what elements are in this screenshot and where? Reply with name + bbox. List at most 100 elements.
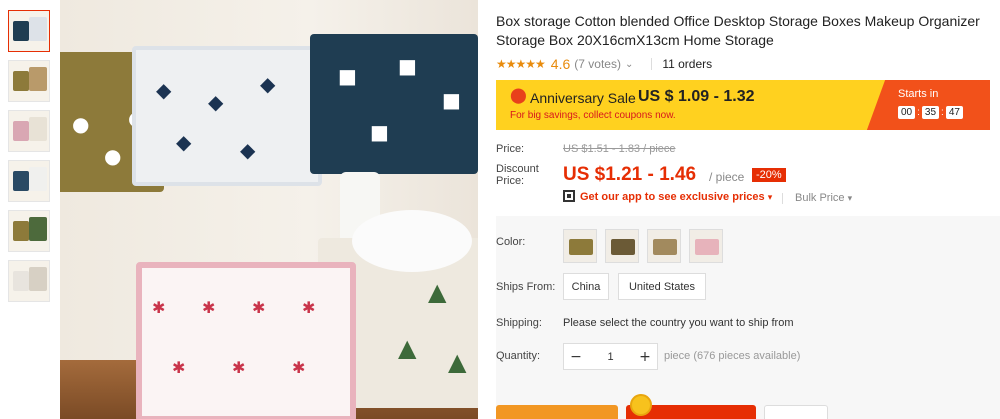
chevron-down-icon: ▾ bbox=[847, 194, 853, 204]
ships-from-china[interactable]: China bbox=[563, 273, 609, 300]
quantity-label: Quantity: bbox=[496, 350, 541, 362]
tree-motif: ▲ bbox=[428, 278, 447, 306]
whale-motif: ◆ bbox=[176, 130, 192, 154]
price-label: Price: bbox=[496, 143, 525, 155]
thumbnail-image bbox=[29, 67, 47, 91]
snowflake-motif: ✱ bbox=[202, 298, 216, 317]
app-promo-link[interactable]: Get our app to see exclusive prices ▾ bbox=[580, 191, 772, 203]
swatch-image bbox=[695, 239, 719, 255]
thumbnail-3[interactable] bbox=[8, 110, 50, 152]
star-rating-icon: ★★★★★ bbox=[496, 57, 546, 71]
discount-badge: -20% bbox=[752, 168, 786, 182]
timer-hours: 00 bbox=[898, 106, 916, 119]
tree-motif: ▲ bbox=[398, 334, 417, 362]
product-info: Box storage Cotton blended Office Deskto… bbox=[496, 0, 1000, 419]
anniversary-sale-banner[interactable]: ⬤ Anniversary Sale US $ 1.09 - 1.32 For … bbox=[496, 80, 990, 130]
snowflake-basket: ✱ ✱ ✱ ✱ ✱ ✱ ✱ bbox=[136, 262, 356, 419]
bear-motif: ■ bbox=[370, 120, 389, 144]
color-swatch-snow[interactable] bbox=[689, 229, 723, 263]
thumbnail-image bbox=[29, 217, 47, 241]
rating-row: ★★★★★ 4.6 (7 votes) ⌄ 11 orders bbox=[496, 56, 712, 72]
hedgehog-motif: ● bbox=[72, 112, 90, 136]
thumbnail-image bbox=[29, 267, 47, 291]
orders-count: 11 orders bbox=[662, 57, 713, 71]
thumbnail-image bbox=[13, 171, 29, 191]
wishlist-button[interactable] bbox=[764, 405, 828, 419]
shipping-message: Please select the country you want to sh… bbox=[563, 317, 794, 329]
ships-from-united-states[interactable]: United States bbox=[618, 273, 706, 300]
starts-in-label: Starts in bbox=[898, 88, 939, 100]
thumbnail-list bbox=[8, 10, 54, 310]
votes-link[interactable]: (7 votes) bbox=[574, 57, 621, 71]
availability-text: piece (676 pieces available) bbox=[664, 350, 801, 362]
thumbnail-image bbox=[13, 121, 29, 141]
shipping-label: Shipping: bbox=[496, 317, 542, 329]
thumbnail-2[interactable] bbox=[8, 60, 50, 102]
whale-motif: ◆ bbox=[240, 138, 256, 162]
timer-seconds: 47 bbox=[945, 106, 963, 119]
color-swatch-whale[interactable] bbox=[605, 229, 639, 263]
thumbnail-image bbox=[13, 21, 29, 41]
discount-label: Discount bbox=[496, 163, 539, 175]
countdown-timer: 00 : 35 : 47 bbox=[898, 106, 963, 119]
main-product-image[interactable]: ● ● ● ◆ ◆ ◆ ◆ ◆ ■ ■ ■ ■ ▲ ▲ ▲ ✱ ✱ ✱ ✱ ✱ … bbox=[60, 0, 478, 419]
whale-motif: ◆ bbox=[260, 72, 276, 96]
coin-icon bbox=[630, 394, 652, 416]
color-swatch-tree[interactable] bbox=[647, 229, 681, 263]
quantity-input[interactable]: 1 bbox=[588, 351, 633, 363]
whale-motif: ◆ bbox=[208, 90, 224, 114]
location-pin-icon: ⬤ bbox=[510, 86, 527, 104]
timer-colon: : bbox=[941, 107, 944, 118]
thumbnail-image bbox=[29, 17, 47, 41]
whale-basket: ◆ ◆ ◆ ◆ ◆ bbox=[132, 46, 322, 186]
discount-label-2: Price: bbox=[496, 175, 525, 187]
thumbnail-1[interactable] bbox=[8, 10, 50, 52]
timer-colon: : bbox=[917, 107, 920, 118]
original-price: US $1.51 - 1.83 / piece bbox=[563, 143, 676, 155]
swatch-image bbox=[653, 239, 677, 255]
timer-minutes: 35 bbox=[921, 106, 940, 119]
thumbnail-image bbox=[13, 271, 29, 291]
thumbnail-image bbox=[29, 167, 47, 191]
bulk-price-label: Bulk Price bbox=[795, 192, 845, 204]
bulk-price-dropdown[interactable]: Bulk Price ▾ bbox=[795, 192, 852, 204]
thumbnail-5[interactable] bbox=[8, 210, 50, 252]
bear-basket: ■ ■ ■ ■ bbox=[310, 34, 478, 174]
quantity-stepper: − 1 + bbox=[563, 343, 658, 370]
snowflake-motif: ✱ bbox=[152, 298, 166, 317]
snowflake-motif: ✱ bbox=[172, 358, 186, 377]
snowflake-motif: ✱ bbox=[302, 298, 316, 317]
tree-motif: ▲ bbox=[448, 348, 467, 376]
swatch-image bbox=[569, 239, 593, 255]
divider bbox=[651, 58, 653, 70]
price-unit: / piece bbox=[709, 170, 745, 184]
bath-puff bbox=[352, 210, 472, 272]
sale-subtext: For big savings, collect coupons now. bbox=[510, 110, 676, 121]
snowflake-motif: ✱ bbox=[232, 358, 246, 377]
rating-value: 4.6 bbox=[550, 56, 571, 72]
divider bbox=[782, 193, 783, 204]
chevron-down-icon: ▾ bbox=[767, 193, 773, 203]
product-title: Box storage Cotton blended Office Deskto… bbox=[496, 13, 980, 48]
thumbnail-image bbox=[29, 117, 47, 141]
ships-from-option-label: China bbox=[571, 280, 601, 293]
thumbnail-image bbox=[13, 71, 29, 91]
bear-motif: ■ bbox=[338, 64, 357, 88]
minus-icon[interactable]: − bbox=[564, 349, 588, 365]
buy-now-button[interactable] bbox=[496, 405, 618, 419]
hedgehog-motif: ● bbox=[104, 144, 122, 168]
ships-from-option-label: United States bbox=[628, 280, 696, 293]
ships-from-label: Ships From: bbox=[496, 281, 556, 293]
sale-price: US $ 1.09 - 1.32 bbox=[638, 88, 755, 105]
chevron-down-icon[interactable]: ⌄ bbox=[625, 59, 633, 70]
thumbnail-6[interactable] bbox=[8, 260, 50, 302]
thumbnail-image bbox=[13, 221, 29, 241]
bear-motif: ■ bbox=[398, 54, 417, 78]
color-swatch-olive[interactable] bbox=[563, 229, 597, 263]
plus-icon[interactable]: + bbox=[633, 349, 657, 365]
whale-motif: ◆ bbox=[156, 78, 172, 102]
bear-motif: ■ bbox=[442, 88, 461, 112]
thumbnail-4[interactable] bbox=[8, 160, 50, 202]
snowflake-motif: ✱ bbox=[292, 358, 306, 377]
color-label: Color: bbox=[496, 236, 526, 248]
